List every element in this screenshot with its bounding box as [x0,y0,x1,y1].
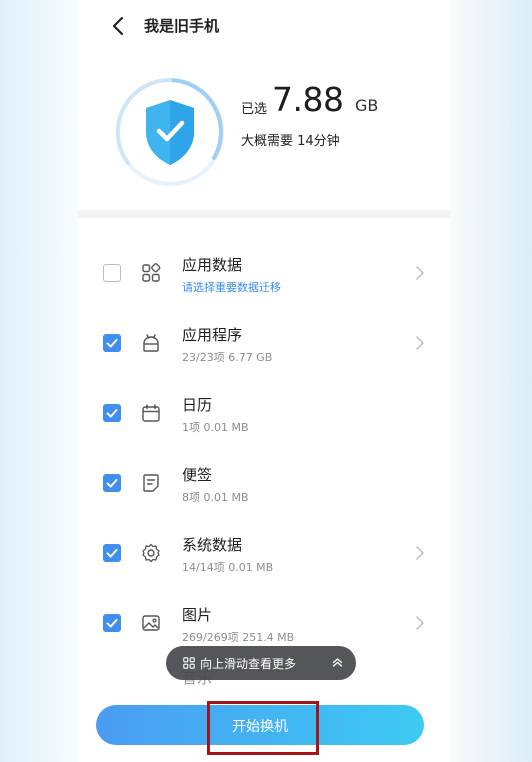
item-label: 系统数据 [182,536,243,554]
selected-size-unit: GB [355,96,379,115]
time-estimate: 大概需要 14分钟 [241,134,340,149]
image-icon [142,615,160,631]
item-label: 便签 [182,466,213,484]
chevron-up-icon [332,658,343,667]
chevron-right-icon[interactable] [414,264,426,282]
start-transfer-button[interactable]: 开始换机 [96,705,424,745]
item-subtitle: 14/14项 0.01 MB [182,561,274,574]
android-icon [143,334,159,352]
check-icon [106,339,118,348]
list-item-apps[interactable]: 应用程序 23/23项 6.77 GB [78,320,450,380]
item-label: 图片 [182,606,213,624]
item-label: 应用程序 [182,326,243,344]
item-subtitle-link[interactable]: 请选择重要数据迁移 [182,279,281,295]
checkbox-unchecked[interactable] [103,264,121,282]
selected-size-value: 7.88 [272,80,344,119]
toast-text: 向上滑动查看更多 [200,657,297,671]
check-icon [106,409,118,418]
chevron-right-icon[interactable] [414,614,426,632]
phone-screen: 我是旧手机 已选 7.88 GB 大概需要 14分钟 应用数据 请选择重要数据迁… [78,0,450,762]
checkbox-checked[interactable] [103,334,121,352]
chevron-right-icon[interactable] [414,544,426,562]
start-transfer-label: 开始换机 [232,719,288,735]
chevron-right-icon[interactable] [414,334,426,352]
check-icon [106,619,118,628]
list-item-system-data[interactable]: 系统数据 14/14项 0.01 MB [78,530,450,590]
item-label: 应用数据 [182,256,243,274]
scroll-more-toast[interactable]: 向上滑动查看更多 [166,646,356,680]
shield-check-icon [115,77,224,186]
selected-label: 已选 [241,102,268,117]
check-icon [106,549,118,558]
checkbox-checked[interactable] [103,474,121,492]
list-item-notes[interactable]: 便签 8项 0.01 MB [78,460,450,520]
item-subtitle: 8项 0.01 MB [182,491,249,504]
back-arrow-icon[interactable] [108,14,130,38]
item-subtitle: 23/23项 6.77 GB [182,351,273,364]
note-icon [143,474,159,492]
item-subtitle: 269/269项 251.4 MB [182,631,295,644]
calendar-icon [142,404,160,422]
item-label: 日历 [182,396,213,414]
item-subtitle: 1项 0.01 MB [182,421,249,434]
list-item-app-data[interactable]: 应用数据 请选择重要数据迁移 [78,250,450,310]
checkbox-checked[interactable] [103,544,121,562]
checkbox-checked[interactable] [103,614,121,632]
section-divider [78,210,450,218]
page-title: 我是旧手机 [144,17,220,35]
list-item-calendar[interactable]: 日历 1项 0.01 MB [78,390,450,450]
checkbox-checked[interactable] [103,404,121,422]
settings-gear-icon [142,543,160,563]
check-icon [106,479,118,488]
app-data-grid-icon [142,263,161,282]
top-bar: 我是旧手机 [78,0,450,52]
grid-icon [183,657,195,669]
